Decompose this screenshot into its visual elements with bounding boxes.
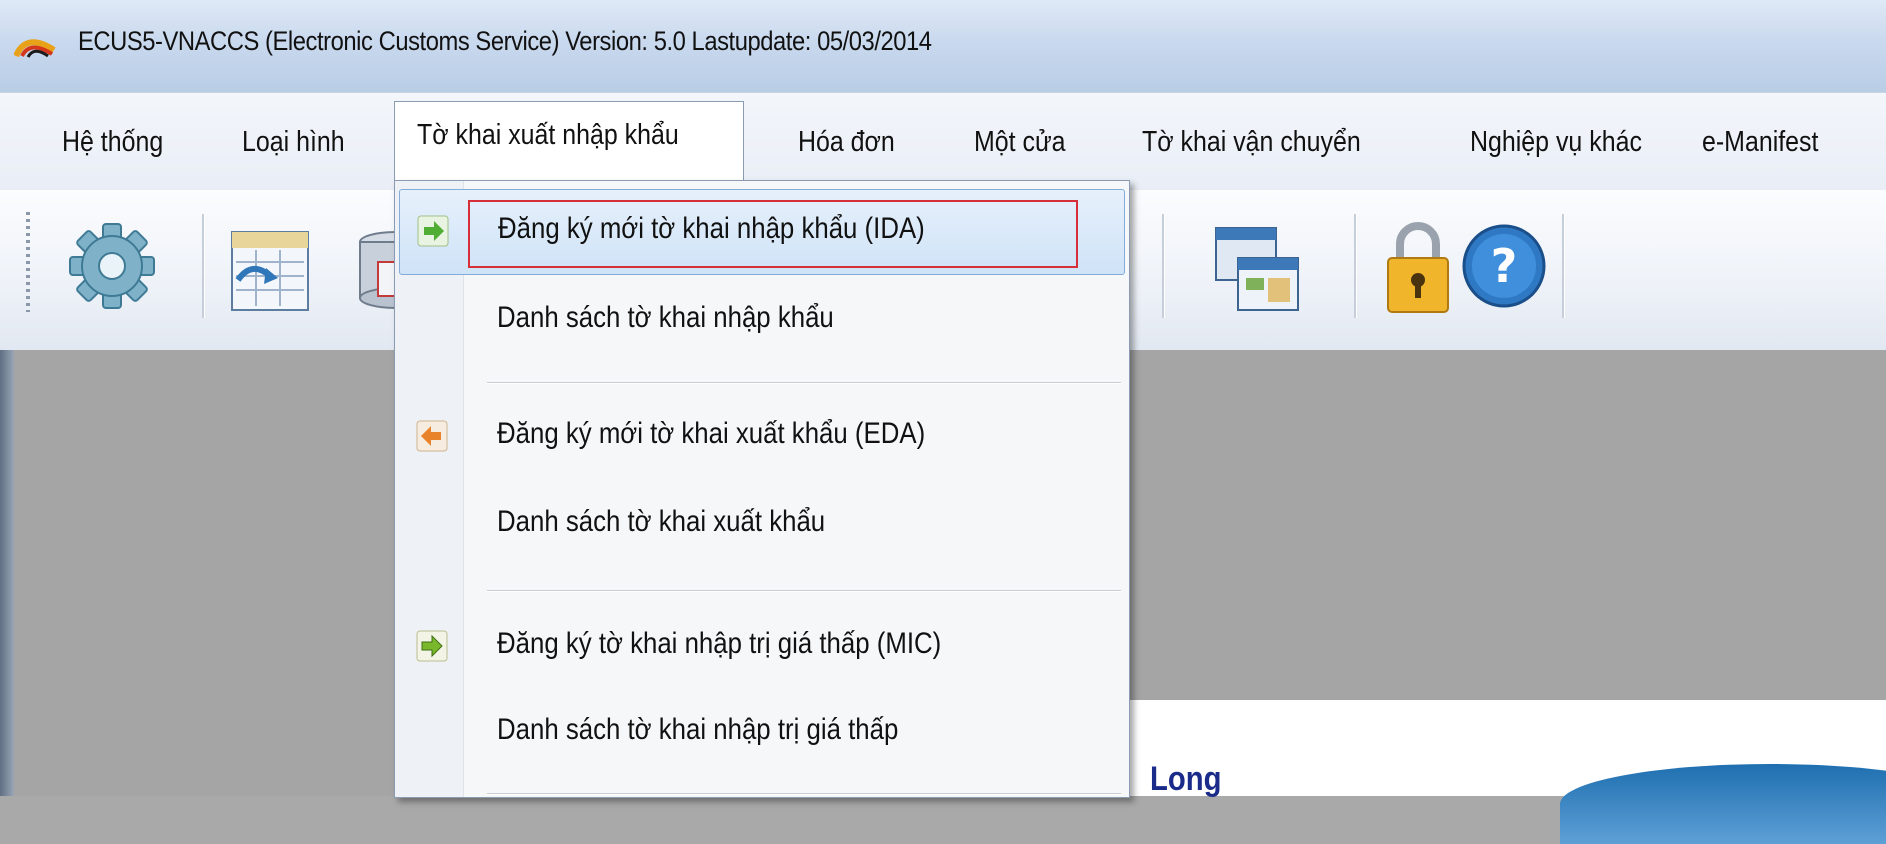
- menu-nghiep-vu-khac[interactable]: Nghiệp vụ khác: [1470, 119, 1642, 165]
- menu-loai-hinh[interactable]: Loại hình: [242, 119, 345, 165]
- menu-item-dang-ky-to-khai-tri-gia-thap-mic[interactable]: Đăng ký tờ khai nhập trị giá thấp (MIC): [399, 605, 1123, 689]
- to-khai-dropdown-menu: Đăng ký mới tờ khai nhập khẩu (IDA) Danh…: [394, 180, 1130, 798]
- svg-text:?: ?: [1491, 239, 1518, 293]
- background-document-window: Long: [1100, 700, 1886, 844]
- menu-mot-cua[interactable]: Một cửa: [974, 119, 1066, 165]
- menu-item-label: Danh sách tờ khai nhập trị giá thấp: [497, 713, 899, 746]
- workspace-left-edge: [0, 350, 14, 796]
- title-bar: ECUS5-VNACCS (Electronic Customs Service…: [0, 0, 1886, 92]
- menu-e-manifest[interactable]: e-Manifest: [1702, 119, 1818, 165]
- lock-icon[interactable]: [1370, 210, 1466, 320]
- menu-separator: [487, 382, 1121, 384]
- menu-to-khai-label: Tờ khai xuất nhập khẩu: [417, 119, 679, 151]
- menu-item-label: Đăng ký tờ khai nhập trị giá thấp (MIC): [497, 627, 942, 660]
- toolbar-separator: [1562, 214, 1565, 318]
- menu-item-dang-ky-to-khai-nhap-khau-ida[interactable]: Đăng ký mới tờ khai nhập khẩu (IDA): [399, 189, 1125, 275]
- app-logo-icon: [14, 39, 56, 58]
- menu-item-label: Đăng ký mới tờ khai xuất khẩu (EDA): [497, 417, 926, 450]
- menu-bar: Hệ thống Loại hình Tờ khai xuất nhập khẩ…: [0, 92, 1886, 191]
- window-title: ECUS5-VNACCS (Electronic Customs Service…: [78, 26, 932, 56]
- menu-to-khai-van-chuyen[interactable]: Tờ khai vận chuyển: [1142, 119, 1361, 165]
- menu-item-label: Đăng ký mới tờ khai nhập khẩu (IDA): [498, 212, 925, 245]
- menu-to-khai-xuat-nhap-khau[interactable]: Tờ khai xuất nhập khẩu: [394, 101, 745, 182]
- export-arrow-icon: [416, 420, 448, 452]
- menu-item-label: Danh sách tờ khai xuất khẩu: [497, 505, 826, 538]
- menu-hoa-don[interactable]: Hóa đơn: [798, 119, 895, 165]
- toolbar-separator: [1354, 214, 1357, 318]
- menu-item-label: Danh sách tờ khai nhập khẩu: [497, 301, 834, 334]
- gear-icon[interactable]: [64, 210, 160, 320]
- windows-icon[interactable]: [1208, 210, 1304, 320]
- menu-item-danh-sach-to-khai-nhap-khau[interactable]: Danh sách tờ khai nhập khẩu: [399, 279, 1123, 363]
- menu-item-dang-ky-to-khai-xuat-khau-eda[interactable]: Đăng ký mới tờ khai xuất khẩu (EDA): [399, 395, 1123, 479]
- menu-item-danh-sach-to-khai-xuat-khau[interactable]: Danh sách tờ khai xuất khẩu: [399, 483, 1123, 567]
- low-value-import-icon: [416, 630, 448, 662]
- toolbar-grip[interactable]: [26, 212, 30, 312]
- menu-item-danh-sach-to-khai-tri-gia-thap[interactable]: Danh sách tờ khai nhập trị giá thấp: [399, 691, 1123, 775]
- menu-separator: [487, 590, 1121, 592]
- help-icon[interactable]: ?: [1456, 210, 1552, 320]
- import-arrow-icon: [417, 215, 449, 247]
- menu-he-thong[interactable]: Hệ thống: [62, 119, 163, 165]
- background-document-text: Long: [1150, 760, 1222, 798]
- calendar-form-icon[interactable]: [222, 210, 318, 320]
- menu-separator: [487, 793, 1121, 795]
- toolbar-separator: [1162, 214, 1165, 318]
- background-graphic: [1560, 764, 1886, 844]
- toolbar-separator: [202, 214, 205, 318]
